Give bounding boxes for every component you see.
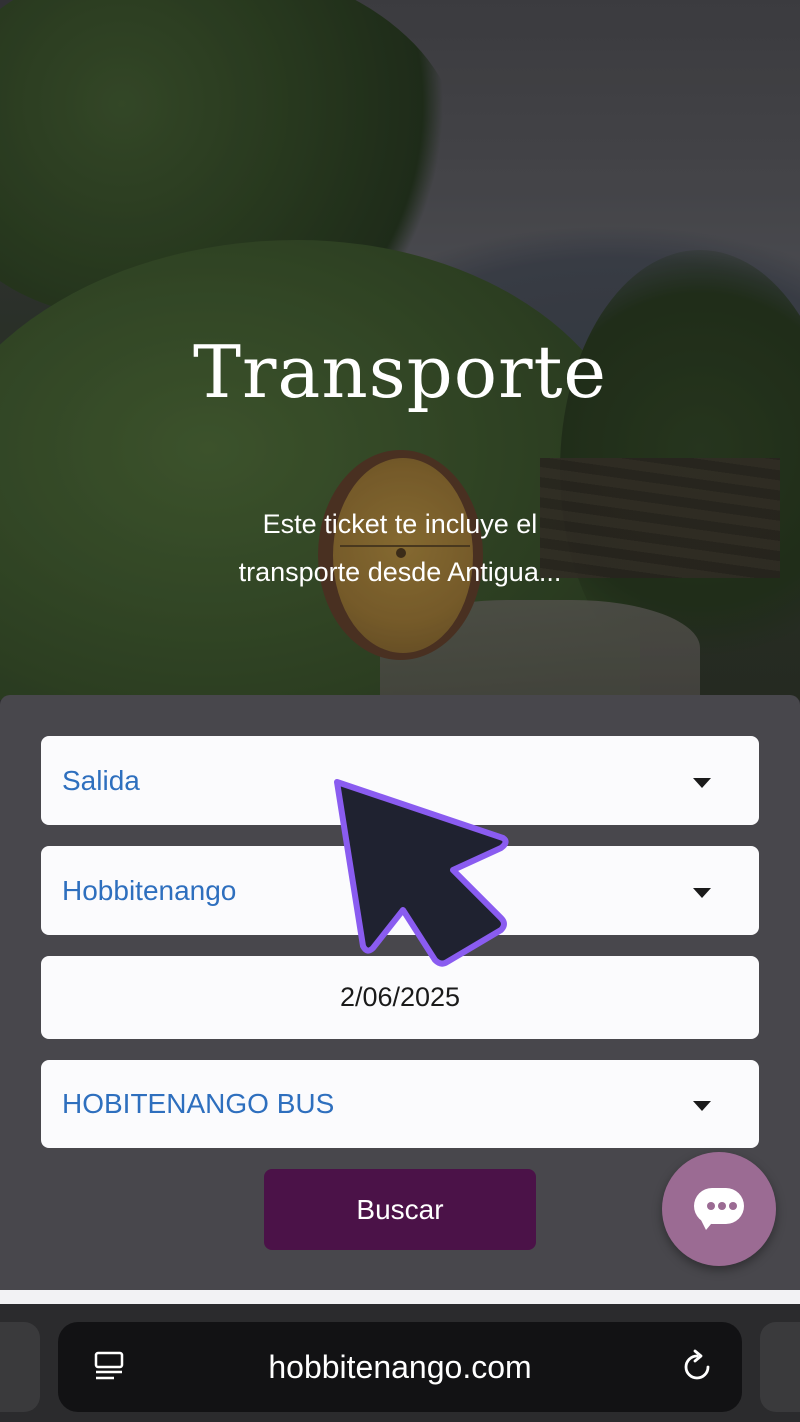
- url-text: hobbitenango.com: [268, 1348, 532, 1385]
- page-title: Transporte: [192, 330, 608, 414]
- previous-tab-preview[interactable]: [0, 1322, 40, 1412]
- hero-subtitle: Este ticket te incluye el transporte des…: [238, 509, 562, 587]
- next-tab-preview[interactable]: [760, 1322, 800, 1412]
- bus-select-value: HOBITENANGO BUS: [62, 1088, 335, 1119]
- hero-banner: Transporte Este ticket te incluye el tra…: [0, 0, 800, 700]
- chevron-down-icon: [693, 1101, 711, 1111]
- destination-select-value: Hobbitenango: [62, 874, 237, 906]
- address-bar[interactable]: hobbitenango.com: [58, 1322, 742, 1412]
- mouse-cursor-icon: [334, 779, 509, 967]
- reload-icon[interactable]: [678, 1348, 716, 1386]
- chat-button[interactable]: [662, 1152, 776, 1266]
- origin-select-value: Salida: [62, 764, 140, 796]
- chevron-down-icon: [693, 887, 711, 898]
- bus-select[interactable]: HOBITENANGO BUS: [41, 1060, 759, 1148]
- page-bottom-strip: [0, 1290, 800, 1304]
- chevron-down-icon: [693, 777, 711, 788]
- search-button[interactable]: Buscar: [264, 1169, 536, 1250]
